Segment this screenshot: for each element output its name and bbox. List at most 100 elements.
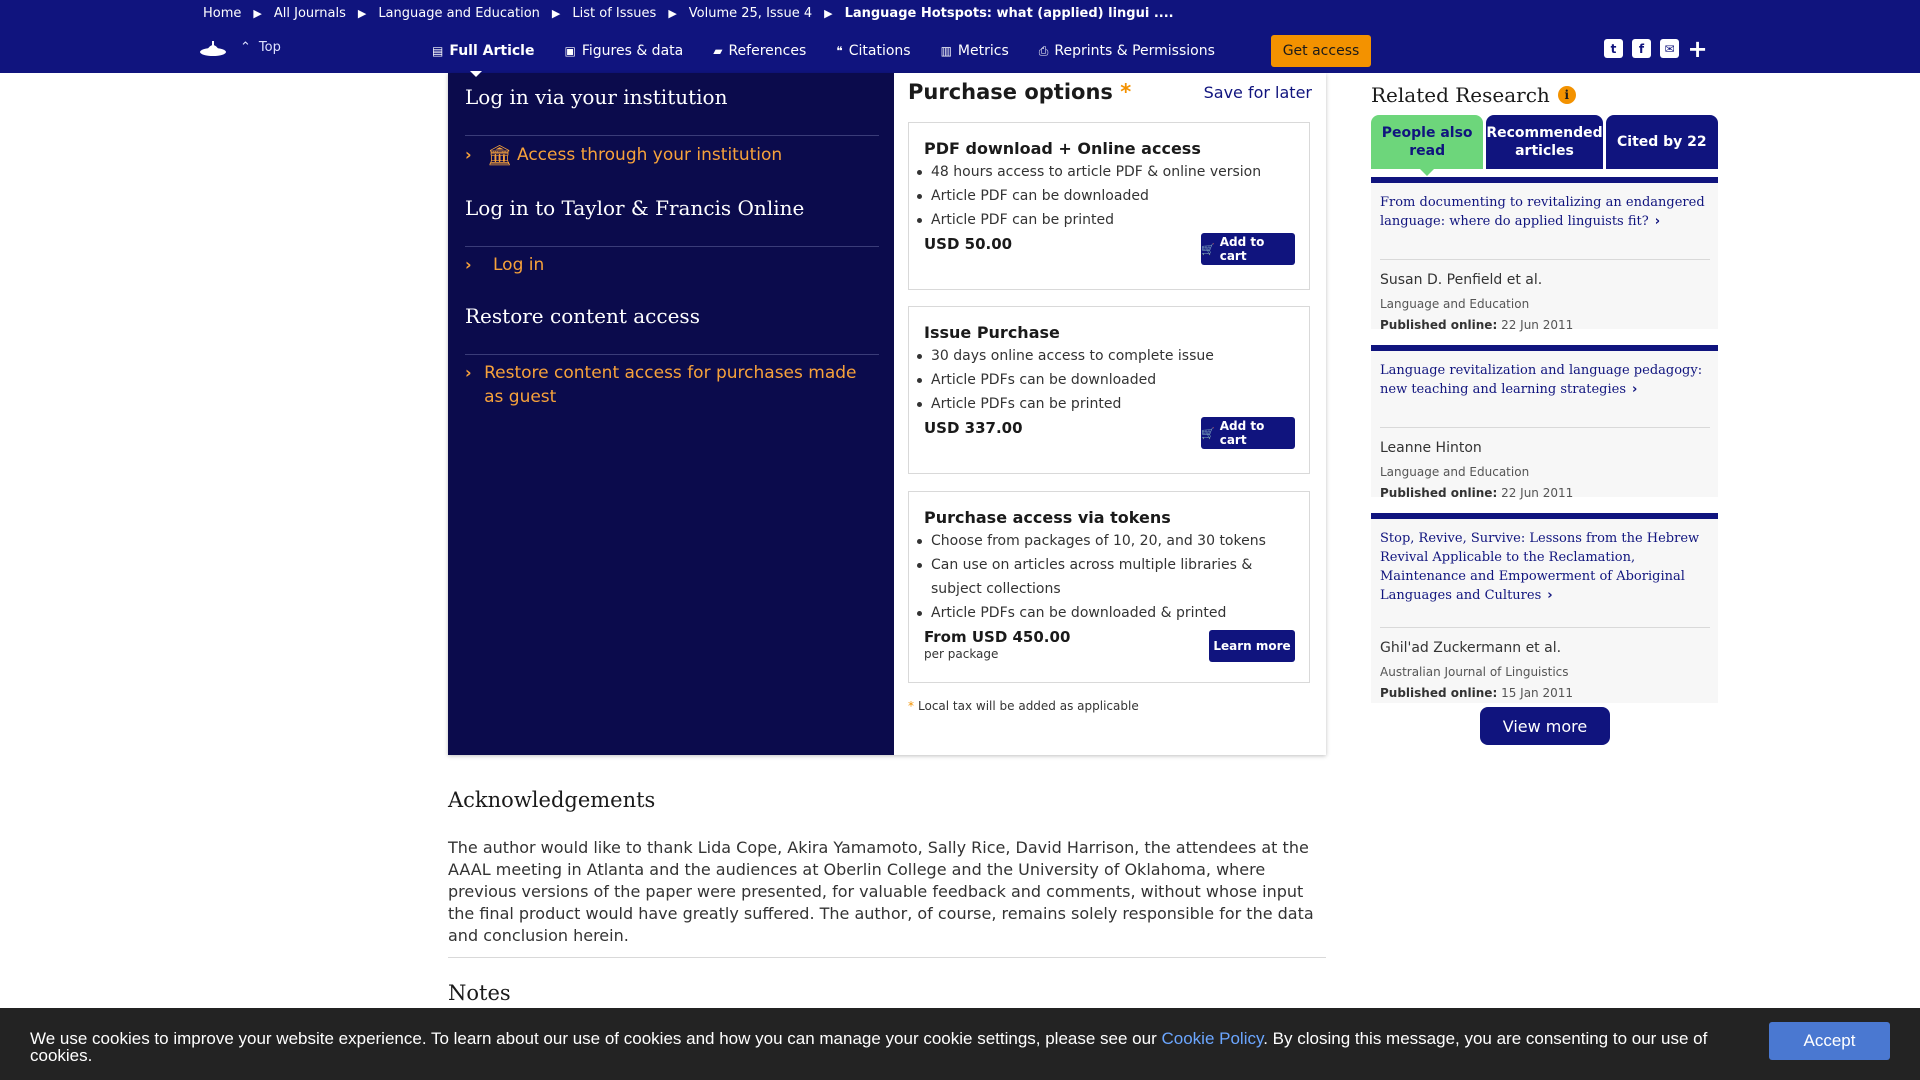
divider [465, 246, 879, 247]
feature-item: Article PDF can be downloaded [916, 184, 1261, 208]
related-research-title: Related Research i [1371, 83, 1576, 107]
acknowledgements-heading: Acknowledgements [448, 788, 656, 812]
get-access-button[interactable]: Get access [1271, 35, 1371, 67]
book-icon: ▰ [713, 44, 723, 58]
breadcrumb-separator-icon: ▶ [824, 6, 833, 20]
related-article-title-link[interactable]: Stop, Revive, Survive: Lessons from the … [1380, 529, 1710, 605]
required-star: * [1120, 80, 1132, 104]
related-research-tabs: People also read Recommended articles Ci… [1371, 115, 1718, 176]
related-article-title-link[interactable]: Language revitalization and language ped… [1380, 361, 1710, 399]
tab-label: References [728, 43, 807, 59]
tab-full-article[interactable]: ▤ Full Article [432, 43, 534, 59]
document-icon: ▤ [432, 44, 444, 58]
info-icon[interactable]: i [1557, 86, 1576, 104]
option-price-note: per package [924, 647, 999, 661]
taylor-francis-logo-icon[interactable] [198, 39, 228, 59]
facebook-icon[interactable]: f [1632, 39, 1651, 58]
breadcrumb-separator-icon: ▶ [668, 6, 677, 20]
related-article-date: Published online: 15 Jan 2011 [1380, 686, 1573, 700]
option-price: USD 50.00 [924, 235, 1013, 253]
feature-item: Article PDFs can be downloaded & printed [917, 601, 1301, 625]
divider [1380, 427, 1710, 428]
related-article-author: Leanne Hinton [1380, 440, 1482, 456]
purchase-option-card: PDF download + Online access 48 hours ac… [908, 122, 1310, 290]
related-research-title-text: Related Research [1371, 83, 1550, 107]
breadcrumb-journal[interactable]: Language and Education [378, 6, 540, 21]
divider [465, 354, 879, 355]
related-article-journal: Language and Education [1380, 465, 1530, 479]
institution-login-heading: Log in via your institution [465, 85, 728, 109]
related-article-date: Published online: 22 Jun 2011 [1380, 318, 1573, 332]
breadcrumb-issue[interactable]: Volume 25, Issue 4 [689, 6, 812, 21]
twitter-icon[interactable]: t [1604, 39, 1623, 58]
add-to-cart-button[interactable]: 🛒 Add to cart [1201, 233, 1295, 265]
breadcrumb-list-of-issues[interactable]: List of Issues [572, 6, 656, 21]
chevron-right-icon: › [465, 255, 472, 274]
tab-cited-by[interactable]: Cited by 22 [1605, 115, 1718, 169]
tab-label: Figures & data [581, 43, 684, 59]
related-article-author: Ghil'ad Zuckermann et al. [1380, 640, 1562, 656]
access-through-institution-link[interactable]: › 🏛 Access through your institution [465, 145, 782, 165]
acknowledgements-text: The author would like to thank Lida Cope… [448, 838, 1314, 945]
breadcrumb-home[interactable]: Home [203, 6, 241, 21]
tab-label: Full Article [449, 43, 535, 59]
login-panel: Log in via your institution › 🏛 Access t… [448, 71, 894, 755]
log-in-label: Log in [493, 255, 545, 275]
divider [1380, 627, 1710, 628]
notes-heading: Notes [448, 981, 511, 1005]
top-navigation-bar: Home ▶ All Journals ▶ Language and Educa… [0, 0, 1920, 73]
plus-icon[interactable]: + [1687, 35, 1707, 63]
cookie-message: We use cookies to improve your website e… [30, 1030, 1730, 1064]
image-icon: ▣ [564, 44, 576, 58]
published-date: 22 Jun 2011 [1501, 318, 1574, 332]
breadcrumb-all-journals[interactable]: All Journals [274, 6, 346, 21]
cookie-text-before: We use cookies to improve your website e… [30, 1029, 1162, 1048]
tab-metrics[interactable]: ▥ Metrics [941, 43, 1009, 59]
save-for-later-link[interactable]: Save for later [1204, 83, 1312, 102]
tab-recommended-articles[interactable]: Recommended articles [1486, 115, 1603, 169]
option-title: Issue Purchase [924, 323, 1060, 342]
related-article-title: Language revitalization and language ped… [1380, 363, 1703, 397]
log-in-link[interactable]: › Log in [465, 255, 544, 275]
purchase-option-card: Issue Purchase 30 days online access to … [908, 306, 1310, 474]
breadcrumb: Home ▶ All Journals ▶ Language and Educa… [203, 3, 1174, 23]
tax-note-text: Local tax will be added as applicable [918, 699, 1139, 713]
add-to-cart-label: Add to cart [1219, 419, 1265, 447]
add-to-cart-label: Add to cart [1219, 235, 1265, 263]
tab-citations[interactable]: ❝ Citations [836, 43, 910, 59]
restore-access-label: Restore content access for purchases mad… [484, 363, 857, 407]
tab-references[interactable]: ▰ References [713, 43, 806, 59]
tax-note: * Local tax will be added as applicable [908, 699, 1139, 713]
option-price: USD 337.00 [924, 419, 1023, 437]
published-date: 15 Jan 2011 [1501, 686, 1574, 700]
chevron-right-icon: › [465, 363, 472, 382]
related-article-item: Language revitalization and language ped… [1371, 345, 1718, 500]
add-to-cart-button[interactable]: 🛒 Add to cart [1201, 417, 1295, 449]
restore-access-link[interactable]: › Restore content access for purchases m… [465, 361, 875, 409]
accept-cookies-button[interactable]: Accept [1769, 1022, 1890, 1060]
cart-icon: 🛒 [1201, 426, 1215, 440]
back-to-top-label: Top [258, 40, 281, 55]
cart-icon: 🛒 [1201, 242, 1215, 256]
tab-reprints-permissions[interactable]: ⎙ Reprints & Permissions [1039, 43, 1215, 59]
related-article-title-link[interactable]: From documenting to revitalizing an enda… [1380, 193, 1710, 231]
learn-more-button[interactable]: Learn more [1209, 630, 1295, 662]
access-panel: Log in via your institution › 🏛 Access t… [448, 71, 1326, 755]
feature-item: Article PDFs can be downloaded [917, 368, 1214, 392]
option-features: 48 hours access to article PDF & online … [916, 160, 1261, 232]
email-icon[interactable]: ✉ [1660, 39, 1679, 58]
view-more-button[interactable]: View more [1480, 707, 1610, 745]
tf-login-heading: Log in to Taylor & Francis Online [465, 196, 805, 220]
option-features: Choose from packages of 10, 20, and 30 t… [917, 529, 1301, 625]
published-label: Published online: [1380, 686, 1498, 700]
section-divider [448, 957, 1326, 958]
chevron-right-icon: › [465, 145, 472, 164]
feature-item: 48 hours access to article PDF & online … [916, 160, 1261, 184]
related-article-title: Stop, Revive, Survive: Lessons from the … [1380, 531, 1700, 603]
related-article-date: Published online: 22 Jun 2011 [1380, 486, 1573, 500]
tab-figures-data[interactable]: ▣ Figures & data [564, 43, 683, 59]
cookie-policy-link[interactable]: Cookie Policy [1161, 1029, 1263, 1048]
back-to-top-link[interactable]: ⌃ Top [240, 40, 281, 55]
chevron-right-icon: › [1632, 382, 1638, 397]
tab-people-also-read[interactable]: People also read [1371, 115, 1484, 176]
